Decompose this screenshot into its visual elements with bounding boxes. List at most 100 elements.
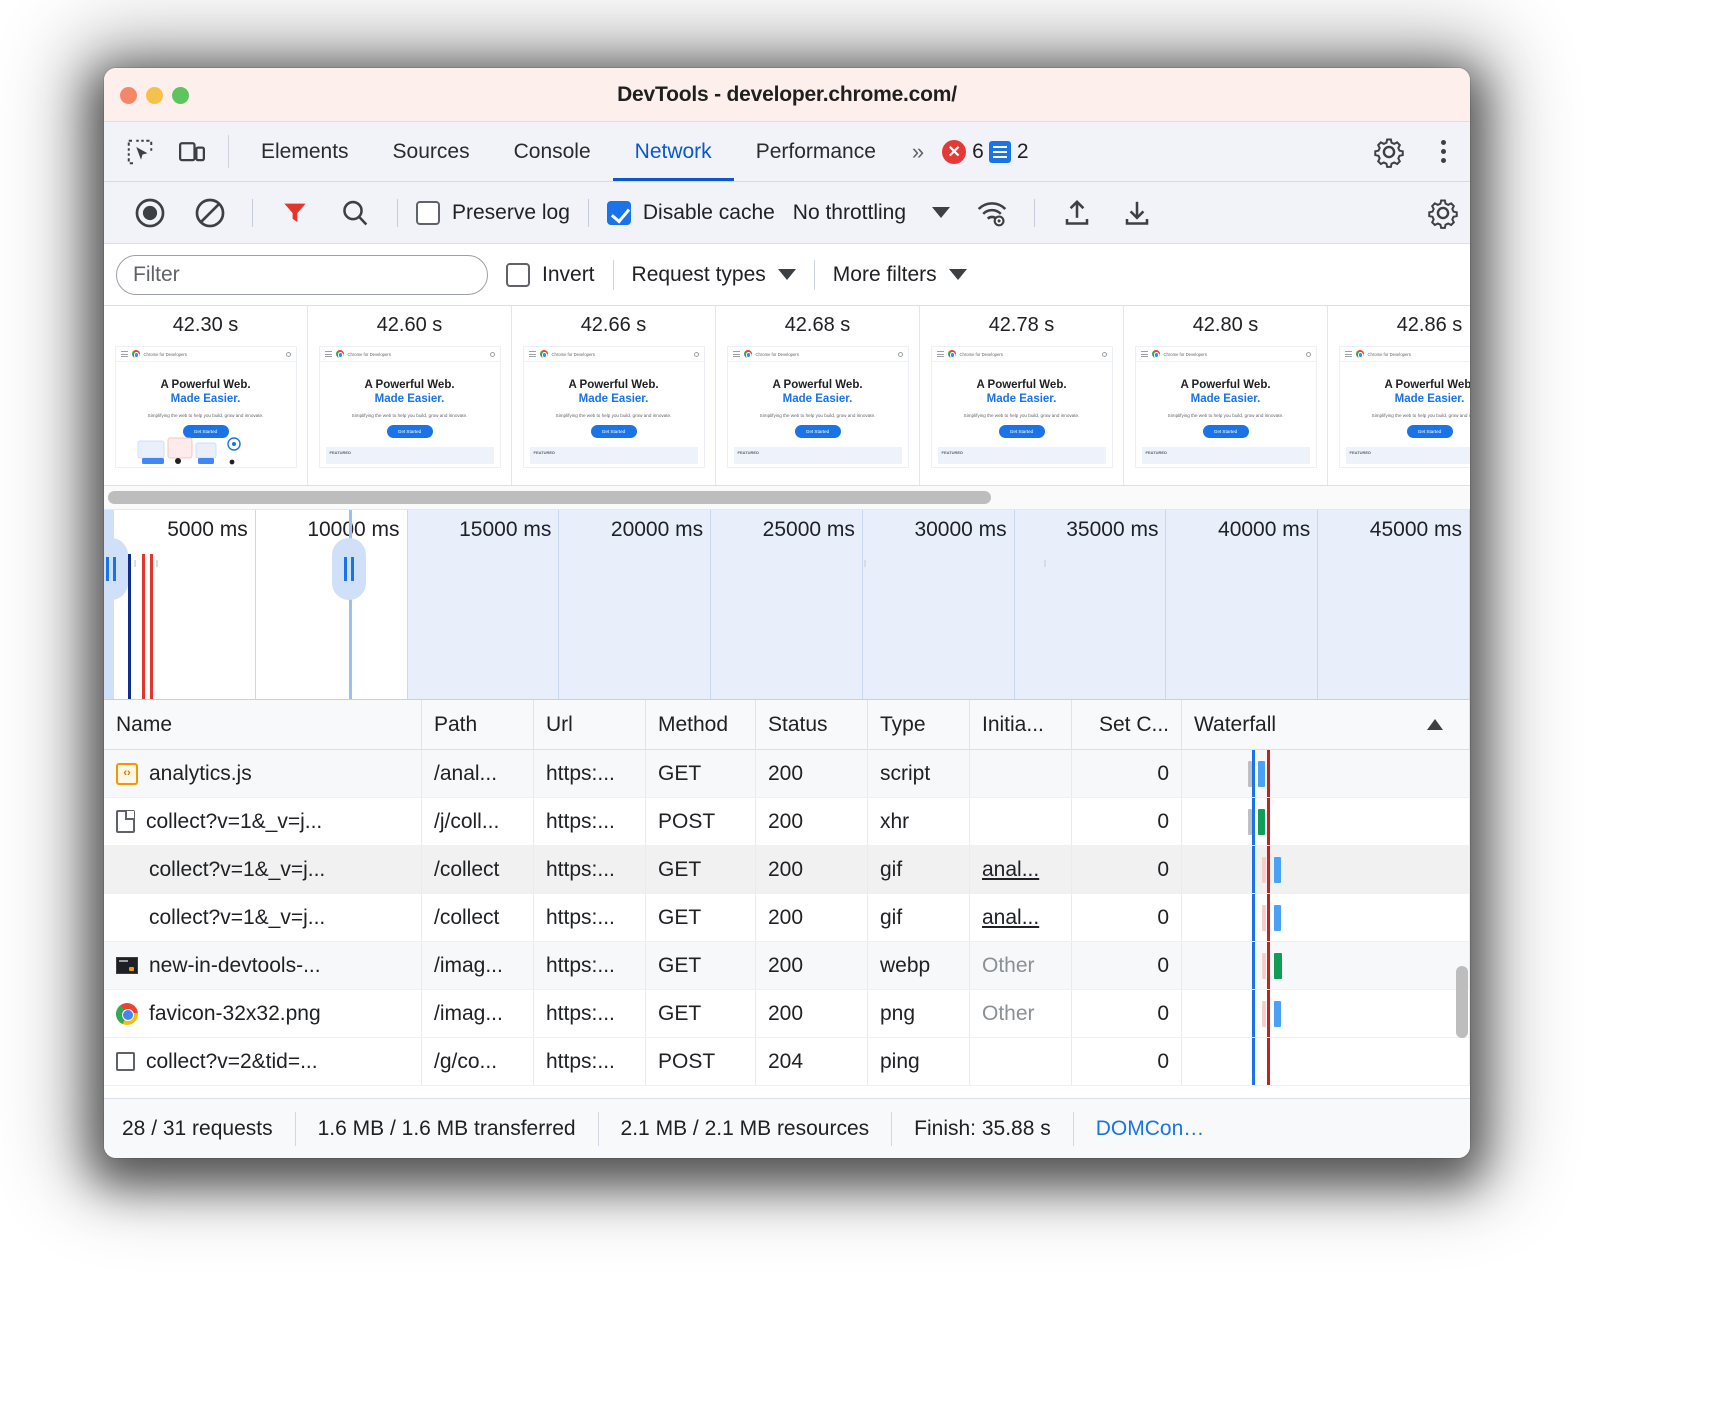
waterfall-bar: [1274, 953, 1282, 979]
invert-checkbox[interactable]: Invert: [488, 263, 613, 287]
filmstrip-horizontal-scrollbar[interactable]: [104, 486, 1470, 510]
chevron-double-right-icon[interactable]: »: [898, 122, 938, 181]
cell-name[interactable]: new-in-devtools-...: [104, 942, 422, 989]
table-header-status[interactable]: Status: [756, 700, 868, 749]
cell-initiator[interactable]: anal...: [970, 894, 1072, 941]
request-types-dropdown[interactable]: Request types: [614, 263, 814, 287]
devtools-window: DevTools - developer.chrome.com/ Element…: [104, 68, 1470, 1158]
tab-performance[interactable]: Performance: [734, 122, 898, 181]
table-header-setcookies[interactable]: Set C...: [1072, 700, 1182, 749]
filmstrip-frame[interactable]: 42.86 sChrome for DevelopersA Powerful W…: [1328, 306, 1470, 485]
hero-headline-1: A Powerful Web.: [736, 378, 900, 392]
cell-url: https:...: [534, 798, 646, 845]
table-header-method[interactable]: Method: [646, 700, 756, 749]
table-row[interactable]: collect?v=1&_v=j.../collecthttps:...GET2…: [104, 894, 1470, 942]
close-window-button[interactable]: [120, 87, 137, 104]
table-row[interactable]: collect?v=1&_v=j.../collecthttps:...GET2…: [104, 846, 1470, 894]
cell-waterfall[interactable]: [1182, 750, 1470, 797]
device-toolbar-icon[interactable]: [166, 122, 218, 181]
funnel-filter-icon[interactable]: [265, 198, 325, 228]
table-row[interactable]: ‹›analytics.js/anal...https:...GET200scr…: [104, 750, 1470, 798]
upload-arrow-icon[interactable]: [1047, 197, 1107, 229]
request-status: 200: [768, 906, 803, 930]
filmstrip-frame[interactable]: 42.60 sChrome for DevelopersA Powerful W…: [308, 306, 512, 485]
dom-content-loaded-line: [1252, 990, 1255, 1037]
maximize-window-button[interactable]: [172, 87, 189, 104]
table-header-path[interactable]: Path: [422, 700, 534, 749]
table-header-type[interactable]: Type: [868, 700, 970, 749]
preserve-log-checkbox[interactable]: Preserve log: [410, 201, 576, 225]
record-circle-icon[interactable]: [120, 196, 180, 230]
search-input[interactable]: [116, 255, 488, 295]
tab-elements[interactable]: Elements: [239, 122, 371, 181]
gear-icon[interactable]: [1362, 136, 1416, 168]
table-row[interactable]: collect?v=2&tid=.../g/co...https:...POST…: [104, 1038, 1470, 1086]
more-filters-dropdown[interactable]: More filters: [815, 263, 985, 287]
chrome-logo-icon: [1356, 350, 1364, 358]
table-vertical-scrollbar[interactable]: [1454, 755, 1468, 1096]
issue-badges: ✕ 6 2: [938, 122, 1032, 181]
table-header-label: Path: [434, 713, 477, 737]
message-badge[interactable]: 2: [989, 140, 1029, 164]
domcontentloaded-time[interactable]: DOMCon…: [1074, 1117, 1227, 1141]
table-row[interactable]: favicon-32x32.png/imag...https:...GET200…: [104, 990, 1470, 1038]
chevron-down-icon: [778, 269, 796, 280]
download-arrow-icon[interactable]: [1107, 197, 1167, 229]
search-icon[interactable]: [325, 197, 385, 229]
get-started-button: Get Started: [387, 425, 433, 438]
cell-waterfall[interactable]: [1182, 990, 1470, 1037]
network-settings-gear-icon[interactable]: [1416, 197, 1470, 229]
minimize-window-button[interactable]: [146, 87, 163, 104]
filmstrip-screenshot: Chrome for DevelopersA Powerful Web.Made…: [1135, 346, 1317, 468]
overview-request-tick: [1044, 560, 1046, 567]
filmstrip-frame[interactable]: 42.80 sChrome for DevelopersA Powerful W…: [1124, 306, 1328, 485]
filmstrip-frame[interactable]: 42.68 sChrome for DevelopersA Powerful W…: [716, 306, 920, 485]
cell-name[interactable]: collect?v=2&tid=...: [104, 1038, 422, 1085]
network-overview-timeline[interactable]: 5000 ms10000 ms15000 ms20000 ms25000 ms3…: [104, 510, 1470, 700]
set-cookies-count: 0: [1157, 1002, 1169, 1026]
filmstrip-frame[interactable]: 42.30 sChrome for DevelopersA Powerful W…: [104, 306, 308, 485]
request-type: png: [880, 1002, 915, 1026]
table-row[interactable]: new-in-devtools-.../imag...https:...GET2…: [104, 942, 1470, 990]
tab-console[interactable]: Console: [492, 122, 613, 181]
error-badge[interactable]: ✕ 6: [942, 140, 984, 164]
filmstrip-frame[interactable]: 42.78 sChrome for DevelopersA Powerful W…: [920, 306, 1124, 485]
table-header-url[interactable]: Url: [534, 700, 646, 749]
cell-waterfall[interactable]: [1182, 1038, 1470, 1085]
scrollbar-thumb[interactable]: [1456, 966, 1468, 1038]
inspect-element-icon[interactable]: [114, 122, 166, 181]
cell-waterfall[interactable]: [1182, 894, 1470, 941]
tab-network[interactable]: Network: [613, 122, 734, 181]
cell-name[interactable]: ‹›analytics.js: [104, 750, 422, 797]
filmstrip-frame[interactable]: 42.66 sChrome for DevelopersA Powerful W…: [512, 306, 716, 485]
dom-content-loaded-marker: [128, 554, 131, 699]
table-header-waterfall[interactable]: Waterfall: [1182, 700, 1470, 749]
kebab-menu-icon[interactable]: [1416, 140, 1470, 163]
cell-name[interactable]: collect?v=1&_v=j...: [104, 846, 422, 893]
cell-waterfall[interactable]: [1182, 798, 1470, 845]
cell-name[interactable]: collect?v=1&_v=j...: [104, 894, 422, 941]
table-header-name[interactable]: Name: [104, 700, 422, 749]
message-count: 2: [1017, 140, 1029, 164]
cell-name[interactable]: favicon-32x32.png: [104, 990, 422, 1037]
table-row[interactable]: collect?v=1&_v=j.../j/coll...https:...PO…: [104, 798, 1470, 846]
cell-method: GET: [646, 942, 756, 989]
tab-sources[interactable]: Sources: [371, 122, 492, 181]
cell-waterfall[interactable]: [1182, 846, 1470, 893]
throttling-dropdown[interactable]: No throttling: [781, 201, 962, 225]
cell-status: 200: [756, 942, 868, 989]
table-header-initiator[interactable]: Initia...: [970, 700, 1072, 749]
clear-prohibited-icon[interactable]: [180, 196, 240, 230]
cell-set-cookies: 0: [1072, 894, 1182, 941]
cell-initiator[interactable]: anal...: [970, 846, 1072, 893]
window-title: DevTools - developer.chrome.com/: [104, 83, 1470, 107]
page-hero: A Powerful Web.Made Easier.Simplifying t…: [932, 362, 1112, 438]
get-started-button: Get Started: [795, 425, 841, 438]
wifi-gear-icon[interactable]: [962, 196, 1022, 230]
cell-name[interactable]: collect?v=1&_v=j...: [104, 798, 422, 845]
scrollbar-thumb[interactable]: [108, 491, 991, 504]
cell-waterfall[interactable]: [1182, 942, 1470, 989]
disable-cache-checkbox[interactable]: Disable cache: [601, 201, 781, 225]
overview-right-resize-handle[interactable]: [332, 538, 366, 600]
overview-left-resize-handle[interactable]: [104, 538, 128, 600]
